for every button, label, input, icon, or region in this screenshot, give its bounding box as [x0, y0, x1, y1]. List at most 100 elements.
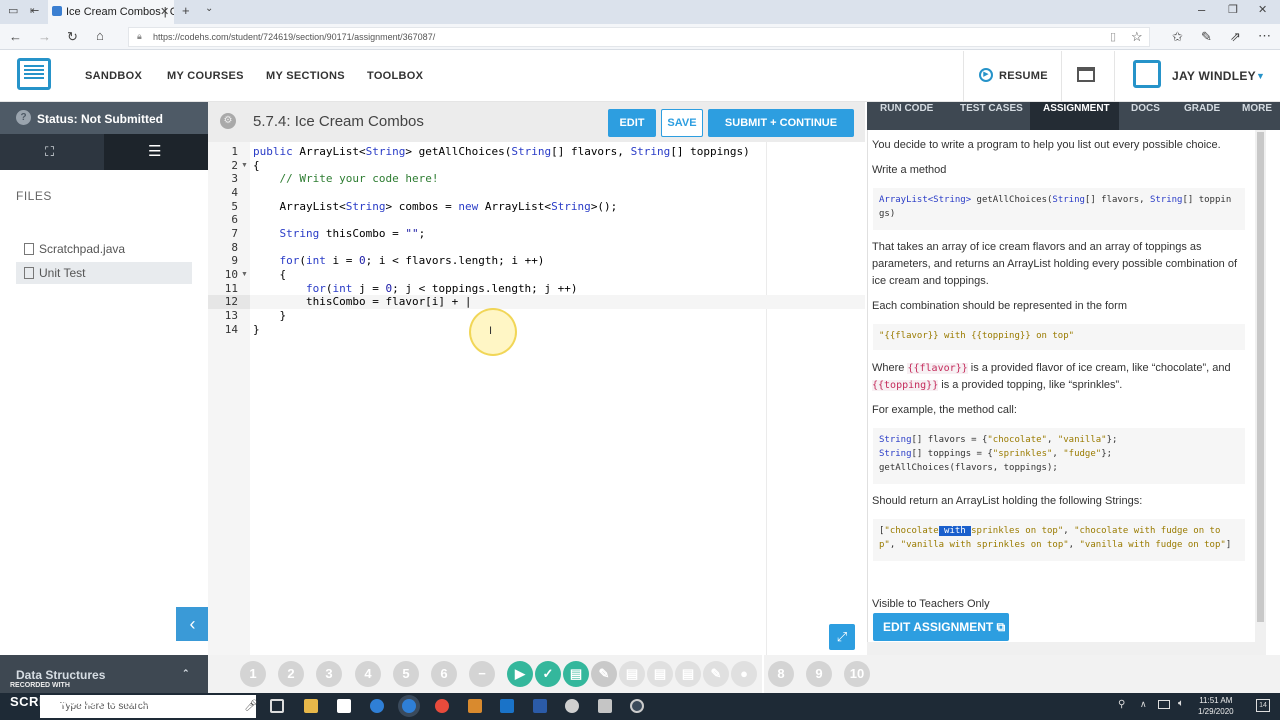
window-close-icon[interactable]: ✕ [1258, 3, 1267, 16]
edge-icon[interactable] [370, 699, 384, 713]
resume-button[interactable]: RESUME [999, 70, 1048, 82]
assignment-text: Should return an ArrayList holding the f… [872, 495, 1143, 507]
tab-docs[interactable]: DOCS [1131, 102, 1160, 124]
favorite-star-icon[interactable]: ☆ [1131, 29, 1143, 45]
more-icon[interactable]: ⋯ [1258, 28, 1271, 44]
word-icon[interactable] [533, 699, 547, 713]
example-call-code: String[] flavors = {"chocolate", "vanill… [873, 428, 1245, 484]
chevron-up-icon[interactable]: ⌃ [182, 668, 190, 679]
task-view-icon[interactable] [270, 699, 284, 713]
assignment-text: That takes an array of ice cream flavors… [872, 241, 1238, 287]
favorites-hub-icon[interactable]: ✩ [1172, 29, 1183, 45]
pen-icon[interactable]: ✎ [1201, 29, 1212, 45]
reading-view-icon[interactable]: ▯ [1110, 30, 1116, 43]
tab-menu-icon[interactable]: ▭ [8, 4, 18, 17]
list-icon[interactable]: ☰ [148, 142, 161, 160]
app-icon[interactable] [565, 699, 579, 713]
tab-test-cases[interactable]: TEST CASES [960, 102, 1023, 124]
caret-down-icon[interactable]: ▼ [1256, 71, 1265, 81]
nav-dot-5[interactable]: 5 [393, 661, 419, 687]
tab-more[interactable]: MORE [1242, 102, 1272, 124]
nav-dot-2[interactable]: 2 [278, 661, 304, 687]
back-arrow-icon[interactable]: ← [9, 29, 22, 44]
save-button[interactable]: SAVE [661, 109, 703, 137]
nav-my-sections[interactable]: MY SECTIONS [266, 70, 345, 82]
pencil-icon[interactable]: ✎ [591, 661, 617, 687]
document-icon[interactable]: ▤ [675, 661, 701, 687]
home-icon[interactable]: ⌂ [96, 28, 104, 43]
code-line: } [253, 309, 287, 322]
favicon-icon [52, 6, 62, 16]
nav-dot-10[interactable]: 10 [844, 661, 870, 687]
network-icon[interactable] [1158, 700, 1170, 709]
video-icon[interactable]: ▶ [507, 661, 533, 687]
nav-dot-1[interactable]: 1 [240, 661, 266, 687]
file-item-unit-test[interactable]: Unit Test [16, 262, 192, 284]
user-avatar[interactable] [1133, 60, 1161, 88]
forward-arrow-icon[interactable]: → [38, 29, 51, 44]
window-layout-icon[interactable] [1077, 67, 1095, 82]
nav-dot-8[interactable]: 8 [768, 661, 794, 687]
new-tab-icon[interactable]: + [182, 3, 190, 18]
recorder-watermark-top: RECORDED WITH [10, 682, 70, 689]
edit-assignment-button[interactable]: EDIT ASSIGNMENT ⧉ [873, 613, 1009, 641]
url-field[interactable]: https://codehs.com/student/724619/sectio… [128, 27, 1150, 47]
close-icon[interactable]: ✕ [160, 5, 169, 18]
pencil-icon[interactable]: ✎ [703, 661, 729, 687]
person-icon[interactable]: ⚲ [1118, 699, 1125, 710]
circle-icon[interactable]: ● [731, 661, 757, 687]
maximize-icon[interactable]: ❐ [1228, 3, 1238, 16]
codehs-logo-icon[interactable] [17, 58, 51, 90]
fold-arrow-icon[interactable]: ▼ [241, 162, 248, 169]
user-name[interactable]: JAY WINDLEY [1172, 69, 1256, 83]
nav-dot-4[interactable]: 4 [355, 661, 381, 687]
edit-button[interactable]: EDIT [608, 109, 656, 137]
document-icon[interactable]: ▤ [647, 661, 673, 687]
horizontal-scrollbar[interactable] [867, 642, 1266, 655]
microphone-icon[interactable]: 🎤︎ [244, 699, 258, 712]
taskbar-clock[interactable]: 11:51 AM 1/29/2020 [1198, 695, 1234, 717]
minus-icon[interactable]: − [469, 661, 495, 687]
edge-active-icon[interactable] [402, 699, 416, 713]
share-icon[interactable]: ⇗ [1230, 29, 1241, 45]
nav-my-courses[interactable]: MY COURSES [167, 70, 244, 82]
notification-icon[interactable]: 14 [1256, 699, 1270, 712]
fold-arrow-icon[interactable]: ▼ [241, 271, 248, 278]
tab-grade[interactable]: GRADE [1184, 102, 1220, 124]
tray-chevron-icon[interactable]: ∧ [1140, 699, 1147, 710]
nav-toolbox[interactable]: TOOLBOX [367, 70, 423, 82]
browser-tab[interactable]: Ice Cream Combos | Co [48, 0, 174, 24]
outlook-icon[interactable] [500, 699, 514, 713]
volume-icon[interactable]: 🔈︎ [1178, 698, 1184, 709]
expand-icon[interactable]: ⤢ [829, 624, 855, 650]
check-icon[interactable]: ✓ [535, 661, 561, 687]
lock-icon: 🔒︎ [137, 31, 142, 41]
document-icon[interactable]: ▤ [619, 661, 645, 687]
nav-sandbox[interactable]: SANDBOX [85, 70, 142, 82]
app-icon[interactable] [598, 699, 612, 713]
tab-run-code[interactable]: RUN CODE [880, 102, 933, 124]
submit-continue-button[interactable]: SUBMIT + CONTINUE [708, 109, 854, 137]
nav-dot-3[interactable]: 3 [316, 661, 342, 687]
back-tab-icon[interactable]: ⇤ [30, 4, 39, 17]
chevron-down-icon[interactable]: ⌄ [205, 3, 213, 14]
nav-dot-6[interactable]: 6 [431, 661, 457, 687]
gear-icon[interactable]: ⚙ [220, 113, 236, 129]
code-editor[interactable] [250, 142, 865, 655]
code-line: public ArrayList<String> getAllChoices(S… [253, 145, 750, 158]
store-icon[interactable] [337, 699, 351, 713]
scrollbar-thumb[interactable] [1257, 132, 1264, 622]
minimize-icon[interactable]: – [1198, 2, 1205, 17]
nav-dot-9[interactable]: 9 [806, 661, 832, 687]
edit-assignment-label: EDIT ASSIGNMENT [883, 620, 994, 634]
file-explorer-icon[interactable] [304, 699, 318, 713]
map-icon[interactable]: ⛶ [45, 144, 54, 160]
refresh-icon[interactable]: ↻ [67, 29, 78, 45]
document-icon[interactable]: ▤ [563, 661, 589, 687]
record-icon[interactable] [630, 699, 644, 713]
collapse-sidebar-button[interactable]: ‹ [176, 607, 209, 641]
tab-assignment[interactable]: ASSIGNMENT [1043, 102, 1110, 124]
app-icon[interactable] [468, 699, 482, 713]
chrome-icon[interactable] [435, 699, 449, 713]
file-item-scratchpad[interactable]: Scratchpad.java [16, 238, 192, 260]
